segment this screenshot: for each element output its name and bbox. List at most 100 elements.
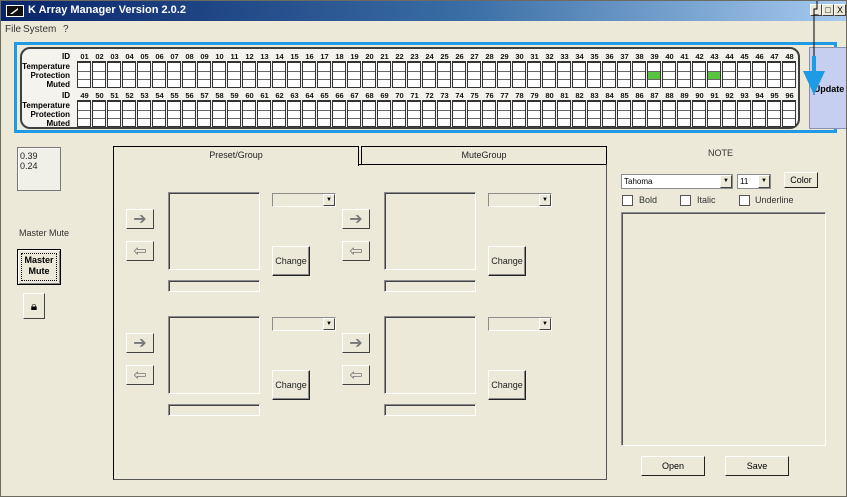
speaker-status-cell-86[interactable]	[632, 100, 646, 127]
speaker-status-cell-31[interactable]	[527, 61, 541, 88]
speaker-status-cell-89[interactable]	[677, 100, 691, 127]
speaker-status-cell-85[interactable]	[617, 100, 631, 127]
speaker-status-cell-43[interactable]	[707, 61, 721, 88]
speaker-status-cell-59[interactable]	[227, 100, 241, 127]
speaker-status-cell-17[interactable]	[317, 61, 331, 88]
speaker-status-cell-14[interactable]	[272, 61, 286, 88]
speaker-status-cell-53[interactable]	[137, 100, 151, 127]
speaker-status-cell-74[interactable]	[452, 100, 466, 127]
speaker-status-cell-49[interactable]	[77, 100, 91, 127]
note-textarea[interactable]	[621, 212, 826, 446]
tab-mute-group[interactable]: MuteGroup	[361, 146, 607, 164]
master-mute-button[interactable]: Master Mute	[17, 249, 61, 285]
preset-select[interactable]: ▼	[488, 317, 552, 331]
save-button[interactable]: Save	[725, 456, 789, 476]
change-button[interactable]: Change	[488, 246, 526, 276]
menu-file[interactable]: File	[5, 24, 21, 35]
speaker-status-cell-45[interactable]	[737, 61, 751, 88]
group-members-list[interactable]	[384, 192, 476, 270]
speaker-status-cell-32[interactable]	[542, 61, 556, 88]
tab-preset-group[interactable]: Preset/Group	[113, 146, 359, 166]
speaker-status-cell-02[interactable]	[92, 61, 106, 88]
speaker-status-cell-95[interactable]	[767, 100, 781, 127]
speaker-status-cell-67[interactable]	[347, 100, 361, 127]
speaker-status-cell-36[interactable]	[602, 61, 616, 88]
speaker-status-cell-35[interactable]	[587, 61, 601, 88]
speaker-status-cell-06[interactable]	[152, 61, 166, 88]
group-name-field[interactable]	[384, 404, 476, 416]
speaker-status-cell-05[interactable]	[137, 61, 151, 88]
add-to-group-button[interactable]: ➔	[126, 209, 154, 229]
speaker-status-cell-25[interactable]	[437, 61, 451, 88]
speaker-status-cell-64[interactable]	[302, 100, 316, 127]
speaker-status-cell-50[interactable]	[92, 100, 106, 127]
speaker-status-cell-40[interactable]	[662, 61, 676, 88]
speaker-status-cell-27[interactable]	[467, 61, 481, 88]
speaker-status-cell-62[interactable]	[272, 100, 286, 127]
speaker-status-cell-09[interactable]	[197, 61, 211, 88]
underline-checkbox[interactable]	[739, 195, 750, 206]
speaker-status-cell-16[interactable]	[302, 61, 316, 88]
speaker-status-cell-18[interactable]	[332, 61, 346, 88]
speaker-status-cell-37[interactable]	[617, 61, 631, 88]
speaker-status-cell-75[interactable]	[467, 100, 481, 127]
speaker-status-cell-20[interactable]	[362, 61, 376, 88]
speaker-status-cell-60[interactable]	[242, 100, 256, 127]
speaker-status-cell-26[interactable]	[452, 61, 466, 88]
speaker-status-cell-94[interactable]	[752, 100, 766, 127]
speaker-status-cell-39[interactable]	[647, 61, 661, 88]
speaker-status-cell-01[interactable]	[77, 61, 91, 88]
add-to-group-button[interactable]: ➔	[342, 333, 370, 353]
speaker-status-cell-90[interactable]	[692, 100, 706, 127]
speaker-status-cell-22[interactable]	[392, 61, 406, 88]
speaker-status-cell-30[interactable]	[512, 61, 526, 88]
speaker-status-cell-87[interactable]	[647, 100, 661, 127]
add-to-group-button[interactable]: ➔	[342, 209, 370, 229]
speaker-status-cell-82[interactable]	[572, 100, 586, 127]
speaker-status-cell-10[interactable]	[212, 61, 226, 88]
speaker-status-cell-80[interactable]	[542, 100, 556, 127]
remove-from-group-button[interactable]: ⇦	[342, 241, 370, 261]
speaker-status-cell-48[interactable]	[782, 61, 796, 88]
speaker-status-cell-15[interactable]	[287, 61, 301, 88]
speaker-status-cell-55[interactable]	[167, 100, 181, 127]
speaker-status-cell-12[interactable]	[242, 61, 256, 88]
speaker-status-cell-79[interactable]	[527, 100, 541, 127]
preset-select[interactable]: ▼	[272, 317, 336, 331]
speaker-status-cell-11[interactable]	[227, 61, 241, 88]
speaker-status-cell-58[interactable]	[212, 100, 226, 127]
speaker-status-cell-65[interactable]	[317, 100, 331, 127]
speaker-status-cell-33[interactable]	[557, 61, 571, 88]
speaker-status-cell-77[interactable]	[497, 100, 511, 127]
speaker-status-cell-28[interactable]	[482, 61, 496, 88]
group-name-field[interactable]	[384, 280, 476, 292]
speaker-status-cell-23[interactable]	[407, 61, 421, 88]
speaker-status-cell-03[interactable]	[107, 61, 121, 88]
speaker-status-cell-91[interactable]	[707, 100, 721, 127]
group-members-list[interactable]	[384, 316, 476, 394]
speaker-status-cell-29[interactable]	[497, 61, 511, 88]
remove-from-group-button[interactable]: ⇦	[342, 365, 370, 385]
speaker-status-cell-61[interactable]	[257, 100, 271, 127]
speaker-status-cell-51[interactable]	[107, 100, 121, 127]
group-name-field[interactable]	[168, 280, 260, 292]
speaker-status-cell-54[interactable]	[152, 100, 166, 127]
group-name-field[interactable]	[168, 404, 260, 416]
change-button[interactable]: Change	[488, 370, 526, 400]
speaker-status-cell-70[interactable]	[392, 100, 406, 127]
preset-select[interactable]: ▼	[272, 193, 336, 207]
speaker-status-cell-96[interactable]	[782, 100, 796, 127]
speaker-status-cell-38[interactable]	[632, 61, 646, 88]
lock-button[interactable]: 🔒︎	[23, 293, 45, 319]
add-to-group-button[interactable]: ➔	[126, 333, 154, 353]
speaker-status-cell-76[interactable]	[482, 100, 496, 127]
speaker-status-cell-69[interactable]	[377, 100, 391, 127]
change-button[interactable]: Change	[272, 246, 310, 276]
speaker-status-cell-78[interactable]	[512, 100, 526, 127]
remove-from-group-button[interactable]: ⇦	[126, 241, 154, 261]
speaker-status-cell-84[interactable]	[602, 100, 616, 127]
color-button[interactable]: Color	[784, 172, 818, 188]
speaker-status-cell-34[interactable]	[572, 61, 586, 88]
speaker-status-cell-46[interactable]	[752, 61, 766, 88]
menu-system[interactable]: System	[23, 24, 56, 35]
